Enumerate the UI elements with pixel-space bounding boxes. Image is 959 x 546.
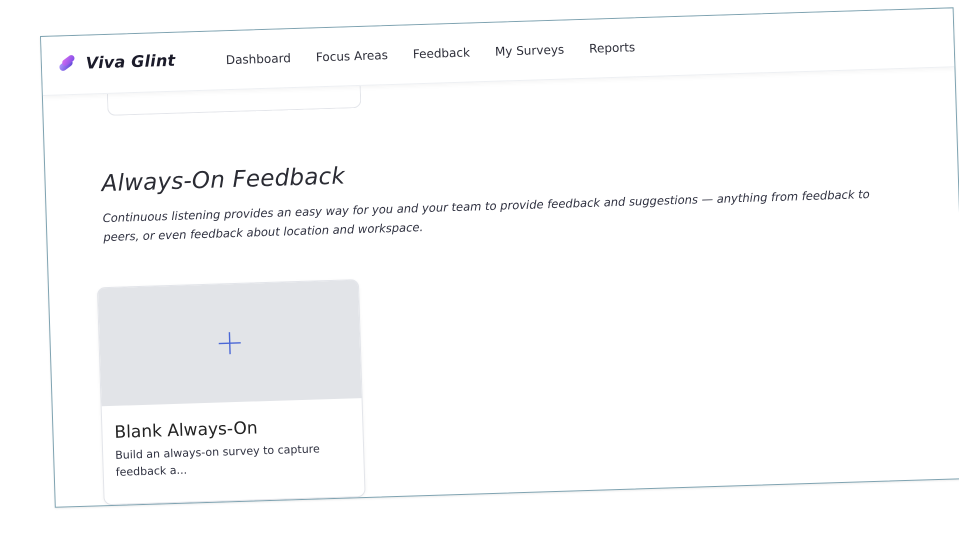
card-body: Blank Always-On Build an always-on surve…	[102, 398, 364, 481]
card-description: Build an always-on survey to capture fee…	[115, 442, 320, 479]
plus-icon	[218, 332, 241, 355]
browser-window: Viva Glint Dashboard Focus Areas Feedbac…	[40, 7, 959, 508]
nav-reports[interactable]: Reports	[589, 40, 635, 55]
card-thumbnail	[97, 280, 362, 407]
top-navbar: Viva Glint Dashboard Focus Areas Feedbac…	[41, 8, 955, 96]
main-nav: Dashboard Focus Areas Feedback My Survey…	[226, 40, 636, 67]
nav-dashboard[interactable]: Dashboard	[226, 51, 292, 67]
nav-my-surveys[interactable]: My Surveys	[495, 43, 565, 59]
card-title: Blank Always-On	[114, 418, 258, 443]
viva-glint-logo-icon	[59, 55, 75, 71]
blank-always-on-card[interactable]: Blank Always-On Build an always-on surve…	[96, 279, 366, 506]
nav-feedback[interactable]: Feedback	[413, 46, 471, 62]
section-description: Continuous listening provides an easy wa…	[102, 187, 870, 245]
always-on-section: Always-On Feedback Continuous listening …	[101, 145, 943, 247]
screenshot-stage: Viva Glint Dashboard Focus Areas Feedbac…	[0, 0, 959, 546]
nav-focus-areas[interactable]: Focus Areas	[316, 48, 388, 64]
brand-name: Viva Glint	[85, 50, 176, 73]
brand[interactable]: Viva Glint	[56, 49, 176, 75]
